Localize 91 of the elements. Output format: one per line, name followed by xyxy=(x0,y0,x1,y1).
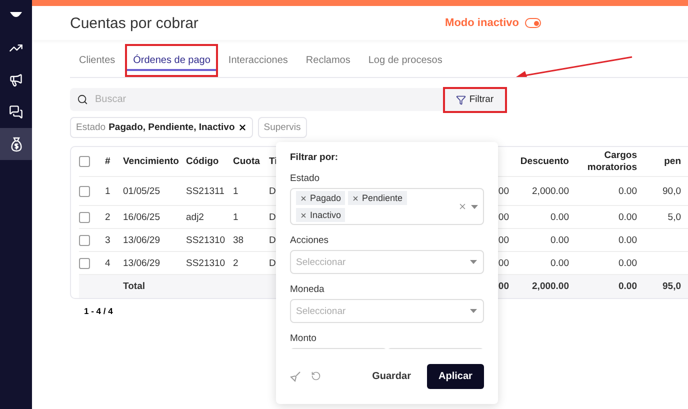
table-cell-text: 1 xyxy=(233,212,240,222)
checkbox[interactable] xyxy=(79,156,90,167)
tab[interactable]: Interacciones xyxy=(220,44,296,77)
megaphone-icon[interactable] xyxy=(9,73,23,87)
selected-tag[interactable]: Inactivo xyxy=(296,208,346,222)
table-cell-text: 0.00 xyxy=(618,186,637,196)
table-cell-text: SS21311 xyxy=(186,186,226,196)
table-cell-text: 2 xyxy=(105,212,112,222)
clear-icon[interactable] xyxy=(458,202,467,211)
table-cell-text: 5,0 xyxy=(666,212,681,222)
column-header: Vencimiento xyxy=(123,156,180,168)
caret-icon xyxy=(470,260,477,264)
column-header: Cuota xyxy=(233,156,261,168)
chat-icon[interactable] xyxy=(9,105,23,119)
table-cell-text: SS21310 xyxy=(186,234,226,246)
remove-icon[interactable] xyxy=(238,123,247,132)
table-cell-text: 00 xyxy=(497,234,509,246)
tab[interactable]: Órdenes de pago xyxy=(125,44,218,77)
selected-tag[interactable]: Pendiente xyxy=(348,191,407,205)
table-cell-text: 0.00 xyxy=(618,234,637,246)
checkbox[interactable] xyxy=(79,212,90,222)
apply-button[interactable]: Aplicar xyxy=(427,364,484,389)
table-cell-text: 0.00 xyxy=(618,258,637,268)
total-cell-text: 95,0 xyxy=(662,281,681,292)
table-cell-text: 0.00 xyxy=(550,212,569,222)
checkbox[interactable] xyxy=(79,234,90,246)
table-cell-text: 4 xyxy=(105,258,112,268)
tab[interactable]: Log de procesos xyxy=(360,44,450,77)
table-cell-text: 3 xyxy=(105,234,112,246)
table-cell-text: 16/06/25 xyxy=(123,212,161,222)
checkbox[interactable] xyxy=(79,186,90,196)
table-cell-text: D xyxy=(269,234,277,246)
table-cell-text: 00 xyxy=(497,258,509,268)
table-cell-text: 0.00 xyxy=(550,258,569,268)
table-cell-text: 00 xyxy=(497,212,509,222)
undo-icon[interactable] xyxy=(311,371,321,382)
search-input[interactable]: Buscar xyxy=(93,93,440,106)
filter-icon xyxy=(456,94,466,104)
table-cell-text: 38 xyxy=(233,234,245,246)
caret-icon xyxy=(470,309,477,313)
table-cell-text: 13/06/29 xyxy=(123,258,161,268)
panel-title: Filtrar por: xyxy=(290,152,340,163)
column-header: Código xyxy=(186,156,220,168)
filter-chip[interactable]: Estado Pagado, Pendiente, Inactivo xyxy=(70,117,253,138)
total-cell-text: 00 xyxy=(497,281,509,292)
table-cell-text: 2 xyxy=(233,258,240,268)
total-label: Total xyxy=(123,281,146,292)
table-cell-text: 01/05/25 xyxy=(123,186,161,196)
checkbox[interactable] xyxy=(79,258,90,268)
table-cell-text: 1 xyxy=(105,186,112,196)
page-title: Cuentas por cobrar xyxy=(70,14,198,32)
total-cell-text: 2,000.00 xyxy=(531,281,569,292)
table-cell-text: D xyxy=(269,258,277,268)
column-header: Descuento xyxy=(519,156,569,168)
table-cell-text: 13/06/29 xyxy=(123,234,161,246)
field-label: Monto xyxy=(290,333,318,344)
selected-tag[interactable]: Pagado xyxy=(296,191,346,205)
column-header: pen xyxy=(663,156,681,168)
save-button[interactable]: Guardar xyxy=(366,370,417,383)
filter-button[interactable]: Filtrar xyxy=(445,88,505,110)
table-cell-text: SS21310 xyxy=(186,258,226,268)
table-cell-text: 0.00 xyxy=(618,212,637,222)
field-label: Estado xyxy=(290,173,321,184)
column-header: # xyxy=(105,156,112,168)
table-cell-text: 00 xyxy=(497,186,509,196)
table-cell-text: 90,0 xyxy=(662,186,681,196)
table-cell-text: 1 xyxy=(233,186,240,196)
mode-toggle[interactable] xyxy=(525,18,541,28)
tab[interactable]: Clientes xyxy=(71,44,124,77)
field-label: Moneda xyxy=(290,284,326,295)
table-cell-text: D xyxy=(269,186,277,196)
filter-chip[interactable]: Supervis xyxy=(258,117,307,138)
tab[interactable]: Reclamos xyxy=(298,44,358,77)
caret-icon xyxy=(471,204,478,208)
field-label: Acciones xyxy=(290,235,330,246)
table-cell-text: 2,000.00 xyxy=(531,186,569,196)
column-header: Cargos moratorios xyxy=(586,150,637,174)
table-cell-text: adj2 xyxy=(186,212,205,222)
total-cell-text: 0.00 xyxy=(618,281,637,292)
search-icon xyxy=(77,94,88,105)
pagination-label: 1 - 4 / 4 xyxy=(84,306,113,316)
money-bag-icon[interactable] xyxy=(10,136,22,152)
search-field[interactable]: Buscar Filtrar xyxy=(70,88,505,111)
select-field[interactable]: Seleccionar xyxy=(290,250,484,274)
table-cell-text: D xyxy=(269,212,277,222)
mode-label: Modo inactivo xyxy=(445,17,519,29)
table-cell-text: 0.00 xyxy=(550,234,569,246)
select-field[interactable]: Seleccionar xyxy=(290,299,484,323)
logo-icon xyxy=(10,12,22,20)
multiselect-field[interactable]: Pagado Pendiente Inactivo xyxy=(290,188,484,225)
broom-icon[interactable] xyxy=(290,370,301,382)
